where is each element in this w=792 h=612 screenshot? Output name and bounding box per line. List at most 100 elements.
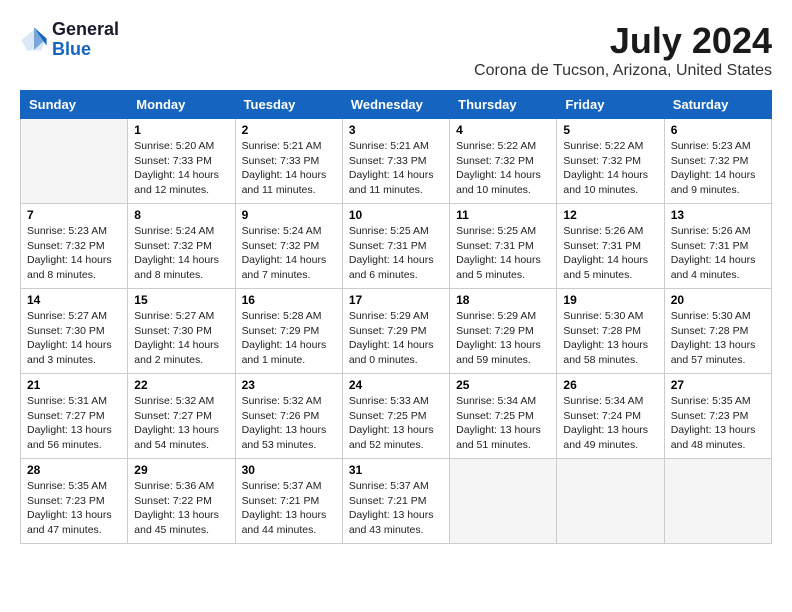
day-info: Sunrise: 5:23 AMSunset: 7:32 PMDaylight:… xyxy=(671,139,765,198)
calendar-cell xyxy=(450,459,557,544)
day-info: Sunrise: 5:32 AMSunset: 7:27 PMDaylight:… xyxy=(134,394,228,453)
calendar-cell: 29 Sunrise: 5:36 AMSunset: 7:22 PMDayligh… xyxy=(128,459,235,544)
calendar-cell: 7 Sunrise: 5:23 AMSunset: 7:32 PMDaylight… xyxy=(21,204,128,289)
day-number: 13 xyxy=(671,208,765,222)
day-info: Sunrise: 5:27 AMSunset: 7:30 PMDaylight:… xyxy=(134,309,228,368)
day-number: 30 xyxy=(242,463,336,477)
day-info: Sunrise: 5:26 AMSunset: 7:31 PMDaylight:… xyxy=(671,224,765,283)
day-info: Sunrise: 5:37 AMSunset: 7:21 PMDaylight:… xyxy=(242,479,336,538)
day-info: Sunrise: 5:26 AMSunset: 7:31 PMDaylight:… xyxy=(563,224,657,283)
day-number: 27 xyxy=(671,378,765,392)
calendar-cell xyxy=(557,459,664,544)
day-info: Sunrise: 5:30 AMSunset: 7:28 PMDaylight:… xyxy=(563,309,657,368)
week-row-3: 21Sunrise: 5:31 AMSunset: 7:27 PMDayligh… xyxy=(21,374,772,459)
day-number: 2 xyxy=(242,123,336,137)
calendar-cell: 6 Sunrise: 5:23 AMSunset: 7:32 PMDaylight… xyxy=(664,119,771,204)
day-number: 10 xyxy=(349,208,443,222)
day-info: Sunrise: 5:34 AMSunset: 7:25 PMDaylight:… xyxy=(456,394,550,453)
calendar-cell: 31 Sunrise: 5:37 AMSunset: 7:21 PMDayligh… xyxy=(342,459,449,544)
calendar-cell: 28Sunrise: 5:35 AMSunset: 7:23 PMDayligh… xyxy=(21,459,128,544)
day-info: Sunrise: 5:32 AMSunset: 7:26 PMDaylight:… xyxy=(242,394,336,453)
day-info: Sunrise: 5:36 AMSunset: 7:22 PMDaylight:… xyxy=(134,479,228,538)
calendar-cell: 14Sunrise: 5:27 AMSunset: 7:30 PMDayligh… xyxy=(21,289,128,374)
day-number: 21 xyxy=(27,378,121,392)
calendar-cell: 9 Sunrise: 5:24 AMSunset: 7:32 PMDaylight… xyxy=(235,204,342,289)
day-number: 19 xyxy=(563,293,657,307)
day-number: 9 xyxy=(242,208,336,222)
subtitle: Corona de Tucson, Arizona, United States xyxy=(474,62,772,80)
day-info: Sunrise: 5:25 AMSunset: 7:31 PMDaylight:… xyxy=(349,224,443,283)
calendar-cell: 4 Sunrise: 5:22 AMSunset: 7:32 PMDaylight… xyxy=(450,119,557,204)
day-info: Sunrise: 5:37 AMSunset: 7:21 PMDaylight:… xyxy=(349,479,443,538)
day-number: 1 xyxy=(134,123,228,137)
calendar-cell: 20Sunrise: 5:30 AMSunset: 7:28 PMDayligh… xyxy=(664,289,771,374)
week-row-2: 14 Sunrise: 5:27 AMSunset: 7:30 PMDayligh… xyxy=(21,289,772,374)
calendar-cell: 3Sunrise: 5:21 AMSunset: 7:33 PMDaylight… xyxy=(342,119,449,204)
header-row: Sunday Monday Tuesday Wednesday Thursday… xyxy=(21,91,772,119)
day-info: Sunrise: 5:21 AMSunset: 7:33 PMDaylight:… xyxy=(349,139,443,198)
day-info: Sunrise: 5:22 AMSunset: 7:32 PMDaylight:… xyxy=(456,139,550,198)
calendar-table: Sunday Monday Tuesday Wednesday Thursday… xyxy=(20,90,772,544)
calendar-cell: 2 Sunrise: 5:21 AMSunset: 7:33 PMDaylight… xyxy=(235,119,342,204)
day-number: 17 xyxy=(349,293,443,307)
calendar-cell: 11 Sunrise: 5:25 AMSunset: 7:31 PMDayligh… xyxy=(450,204,557,289)
logo: General Blue xyxy=(20,20,119,60)
day-info: Sunrise: 5:29 AMSunset: 7:29 PMDaylight:… xyxy=(349,309,443,368)
calendar-cell: 26 Sunrise: 5:34 AMSunset: 7:24 PMDayligh… xyxy=(557,374,664,459)
day-number: 18 xyxy=(456,293,550,307)
calendar-cell: 1Sunrise: 5:20 AMSunset: 7:33 PMDaylight… xyxy=(128,119,235,204)
day-info: Sunrise: 5:25 AMSunset: 7:31 PMDaylight:… xyxy=(456,224,550,283)
logo-text: General Blue xyxy=(52,20,119,60)
logo-general: General xyxy=(52,20,119,40)
day-number: 29 xyxy=(134,463,228,477)
day-info: Sunrise: 5:34 AMSunset: 7:24 PMDaylight:… xyxy=(563,394,657,453)
col-tuesday: Tuesday xyxy=(235,91,342,119)
main-title: July 2024 xyxy=(474,20,772,62)
day-number: 26 xyxy=(563,378,657,392)
col-saturday: Saturday xyxy=(664,91,771,119)
day-info: Sunrise: 5:29 AMSunset: 7:29 PMDaylight:… xyxy=(456,309,550,368)
day-number: 15 xyxy=(134,293,228,307)
col-thursday: Thursday xyxy=(450,91,557,119)
col-monday: Monday xyxy=(128,91,235,119)
calendar-cell: 21Sunrise: 5:31 AMSunset: 7:27 PMDayligh… xyxy=(21,374,128,459)
day-info: Sunrise: 5:28 AMSunset: 7:29 PMDaylight:… xyxy=(242,309,336,368)
calendar-cell: 12 Sunrise: 5:26 AMSunset: 7:31 PMDayligh… xyxy=(557,204,664,289)
calendar-cell: 15 Sunrise: 5:27 AMSunset: 7:30 PMDayligh… xyxy=(128,289,235,374)
day-number: 31 xyxy=(349,463,443,477)
calendar-cell xyxy=(664,459,771,544)
day-info: Sunrise: 5:24 AMSunset: 7:32 PMDaylight:… xyxy=(242,224,336,283)
day-number: 4 xyxy=(456,123,550,137)
calendar-cell: 5 Sunrise: 5:22 AMSunset: 7:32 PMDaylight… xyxy=(557,119,664,204)
calendar-header: Sunday Monday Tuesday Wednesday Thursday… xyxy=(21,91,772,119)
day-info: Sunrise: 5:35 AMSunset: 7:23 PMDaylight:… xyxy=(671,394,765,453)
col-sunday: Sunday xyxy=(21,91,128,119)
day-number: 11 xyxy=(456,208,550,222)
day-number: 23 xyxy=(242,378,336,392)
day-info: Sunrise: 5:33 AMSunset: 7:25 PMDaylight:… xyxy=(349,394,443,453)
day-info: Sunrise: 5:22 AMSunset: 7:32 PMDaylight:… xyxy=(563,139,657,198)
calendar-cell: 27 Sunrise: 5:35 AMSunset: 7:23 PMDayligh… xyxy=(664,374,771,459)
day-number: 25 xyxy=(456,378,550,392)
day-info: Sunrise: 5:23 AMSunset: 7:32 PMDaylight:… xyxy=(27,224,121,283)
day-number: 22 xyxy=(134,378,228,392)
day-info: Sunrise: 5:21 AMSunset: 7:33 PMDaylight:… xyxy=(242,139,336,198)
day-number: 28 xyxy=(27,463,121,477)
col-friday: Friday xyxy=(557,91,664,119)
page-header: General Blue July 2024 Corona de Tucson,… xyxy=(20,20,772,80)
day-number: 5 xyxy=(563,123,657,137)
day-number: 14 xyxy=(27,293,121,307)
col-wednesday: Wednesday xyxy=(342,91,449,119)
day-number: 12 xyxy=(563,208,657,222)
calendar-cell: 8Sunrise: 5:24 AMSunset: 7:32 PMDaylight… xyxy=(128,204,235,289)
calendar-cell: 17 Sunrise: 5:29 AMSunset: 7:29 PMDayligh… xyxy=(342,289,449,374)
logo-icon xyxy=(20,26,48,54)
day-info: Sunrise: 5:30 AMSunset: 7:28 PMDaylight:… xyxy=(671,309,765,368)
day-number: 6 xyxy=(671,123,765,137)
calendar-body: 1Sunrise: 5:20 AMSunset: 7:33 PMDaylight… xyxy=(21,119,772,544)
day-number: 7 xyxy=(27,208,121,222)
calendar-cell: 23 Sunrise: 5:32 AMSunset: 7:26 PMDayligh… xyxy=(235,374,342,459)
calendar-cell: 24Sunrise: 5:33 AMSunset: 7:25 PMDayligh… xyxy=(342,374,449,459)
logo-blue: Blue xyxy=(52,40,119,60)
day-number: 8 xyxy=(134,208,228,222)
